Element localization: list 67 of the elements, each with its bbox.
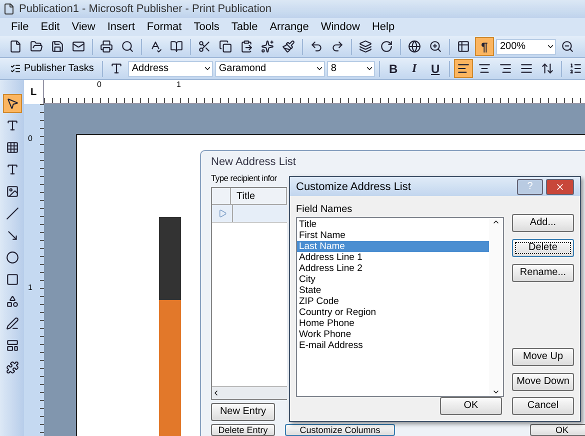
close-button[interactable] [546, 178, 574, 194]
field-item[interactable]: First Name [297, 230, 489, 241]
field-item[interactable]: Home Phone [297, 318, 489, 329]
dialog-title: Customize Address List [296, 180, 411, 192]
field-item[interactable]: Work Phone [297, 329, 489, 340]
menu-item[interactable]: File [6, 21, 34, 33]
dropdown-icon[interactable] [546, 42, 555, 51]
ruler-corner[interactable]: L [24, 80, 44, 104]
field-item[interactable]: Country or Region [297, 307, 489, 318]
close-icon [555, 182, 565, 192]
dialog-button[interactable]: Move Down [512, 373, 574, 391]
row-marker-icon [218, 209, 227, 218]
ok-button[interactable]: OK [440, 397, 502, 415]
menu-item[interactable]: View [66, 21, 100, 33]
dropdown-icon[interactable] [314, 64, 324, 73]
style-combo[interactable]: Address [128, 60, 213, 76]
scroll-down-icon[interactable] [492, 388, 500, 396]
tasks-icon [10, 63, 21, 74]
field-item[interactable]: Address Line 1 [297, 252, 489, 263]
dialog-button[interactable]: Move Up [512, 348, 574, 366]
scroll-up-icon[interactable] [492, 218, 500, 226]
field-item[interactable]: ZIP Code [297, 296, 489, 307]
menu-item[interactable]: Arrange [264, 21, 314, 33]
dialog-button[interactable]: Delete [512, 239, 574, 257]
dropdown-icon[interactable] [202, 64, 212, 73]
dialog-button[interactable]: Add... [512, 214, 574, 232]
font-size-combo[interactable]: 8 [326, 60, 375, 76]
ruler-number: 1 [27, 283, 34, 292]
menu-item[interactable]: Tools [188, 21, 224, 33]
dialog-button[interactable]: Rename... [512, 264, 574, 282]
horizontal-scrollbar[interactable] [212, 386, 287, 399]
delete-entry-button[interactable]: Delete Entry [211, 424, 275, 436]
menu-item[interactable]: Window [316, 21, 365, 33]
new-entry-button[interactable]: New Entry [211, 403, 275, 421]
scroll-left-icon[interactable] [212, 389, 220, 397]
bold-button[interactable]: B [384, 59, 403, 78]
field-names-label: Field Names [296, 204, 354, 215]
show-marks-button[interactable]: ¶ [475, 37, 494, 56]
window-title: Publication1 - Microsoft Publisher - Print Publication [19, 3, 272, 15]
dialog-title: New Address List [211, 155, 297, 170]
field-item[interactable]: Address Line 2 [297, 263, 489, 274]
menu-item[interactable]: Help [366, 21, 400, 33]
dropdown-icon[interactable] [364, 64, 374, 73]
menu-item[interactable]: Edit [36, 21, 65, 33]
pointer-icon[interactable] [2, 94, 22, 113]
underline-button[interactable]: U [426, 59, 445, 78]
menu-item[interactable]: Insert [102, 21, 140, 33]
ruler-number: 0 [97, 80, 102, 89]
field-item[interactable]: Title [297, 219, 489, 230]
cancel-button[interactable]: Cancel [512, 397, 574, 415]
italic-button[interactable]: I [404, 59, 424, 78]
menu-item[interactable]: Format [142, 21, 187, 33]
ruler-number: 0 [27, 134, 34, 143]
customize-columns-button[interactable]: Customize Columns [285, 424, 395, 436]
zoom-combo[interactable]: 200% [496, 38, 556, 54]
menu-item[interactable]: Table [226, 21, 263, 33]
vertical-scrollbar[interactable] [489, 218, 503, 396]
ok-button[interactable]: OK [530, 424, 585, 436]
instruction-label: Type recipient infor [211, 173, 277, 183]
font-combo[interactable]: Garamond [214, 60, 325, 76]
publisher-tasks-button[interactable]: Publisher Tasks [6, 59, 98, 78]
field-item[interactable]: City [297, 274, 489, 285]
ruler-number: 1 [176, 80, 181, 89]
app-icon [3, 3, 15, 15]
field-item[interactable]: State [297, 285, 489, 296]
align-left-icon[interactable] [454, 59, 473, 78]
field-item[interactable]: E-mail Address [297, 340, 489, 351]
